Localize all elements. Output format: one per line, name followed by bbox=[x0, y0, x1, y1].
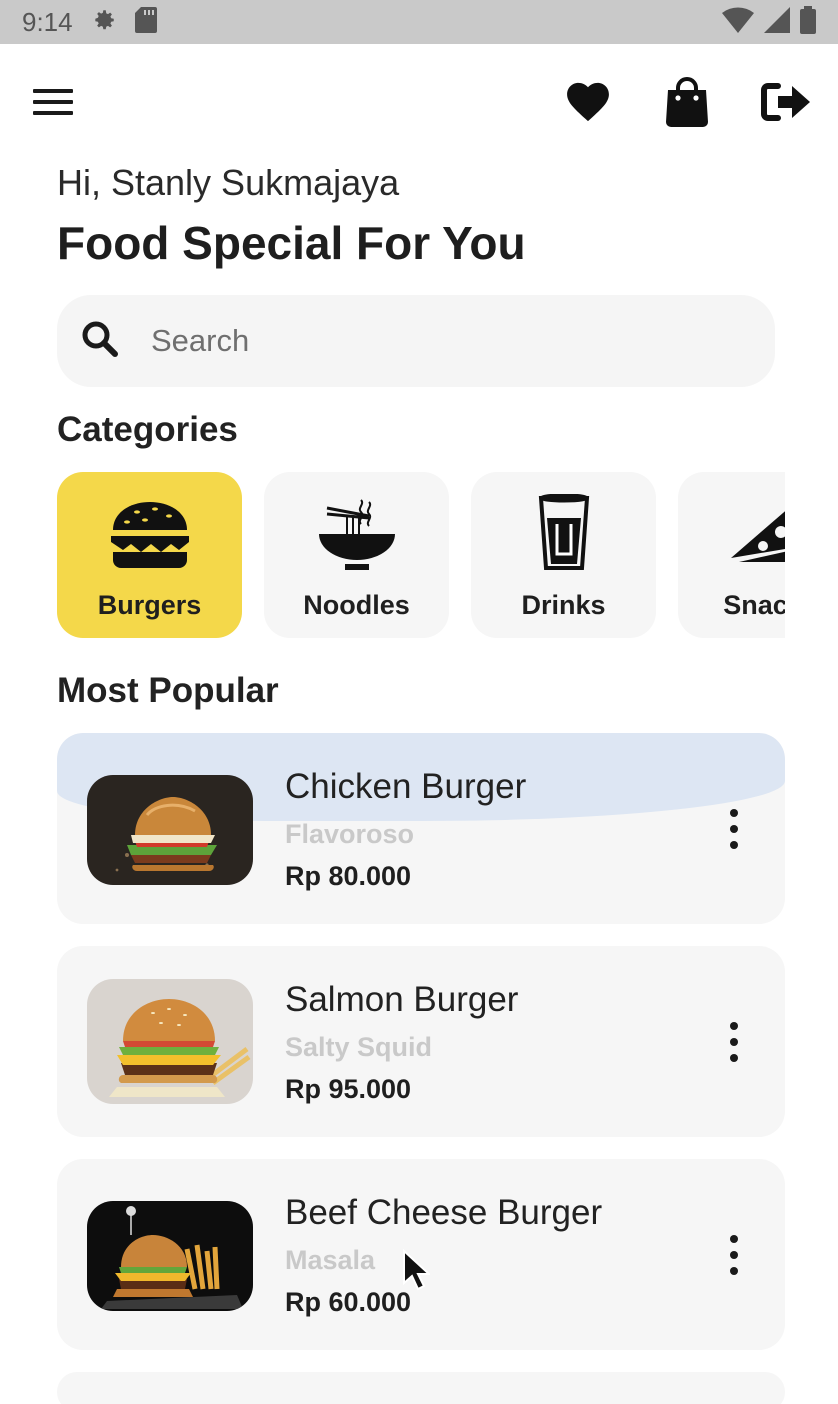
status-time: 9:14 bbox=[22, 6, 73, 37]
more-options-icon[interactable] bbox=[721, 809, 747, 849]
greeting-text: Hi, Stanly Sukmajaya bbox=[57, 162, 400, 203]
food-name: Salmon Burger bbox=[285, 980, 519, 1019]
mouse-cursor-icon bbox=[402, 1248, 432, 1296]
top-app-bar bbox=[0, 44, 838, 162]
food-price: Rp 80.000 bbox=[285, 861, 412, 891]
food-image bbox=[87, 979, 253, 1104]
search-input[interactable] bbox=[151, 323, 671, 359]
food-price: Rp 60.000 bbox=[285, 1287, 412, 1317]
more-options-icon[interactable] bbox=[721, 1235, 747, 1275]
category-label: Burgers bbox=[97, 590, 202, 620]
noodle-bowl-icon bbox=[317, 492, 397, 572]
wifi-icon bbox=[722, 6, 754, 38]
sd-card-icon bbox=[134, 6, 157, 38]
categories-title: Categories bbox=[57, 410, 238, 449]
food-name: Chicken Burger bbox=[285, 767, 527, 806]
status-bar: 9:14 bbox=[0, 0, 838, 44]
category-burgers[interactable]: Burgers bbox=[57, 472, 242, 638]
food-restaurant: Flavoroso bbox=[285, 819, 415, 849]
burger-icon bbox=[107, 492, 193, 572]
food-price: Rp 95.000 bbox=[285, 1074, 412, 1104]
signal-icon bbox=[764, 6, 790, 38]
more-options-icon[interactable] bbox=[721, 1022, 747, 1062]
food-card-partial[interactable] bbox=[57, 1372, 785, 1404]
category-label: Noodles bbox=[303, 590, 410, 620]
status-left: 9:14 bbox=[22, 6, 157, 38]
category-snacks[interactable]: Snacks bbox=[678, 472, 785, 638]
category-drinks[interactable]: Drinks bbox=[471, 472, 656, 638]
battery-icon bbox=[800, 5, 816, 39]
menu-icon[interactable] bbox=[30, 82, 76, 122]
search-bar[interactable] bbox=[57, 295, 775, 387]
heart-icon[interactable] bbox=[562, 78, 614, 126]
categories-carousel[interactable]: Burgers Noodles Drinks Snacks bbox=[57, 472, 785, 638]
search-icon bbox=[81, 320, 119, 363]
food-restaurant: Salty Squid bbox=[285, 1032, 433, 1062]
settings-icon bbox=[91, 7, 117, 38]
logout-icon[interactable] bbox=[758, 80, 814, 124]
category-label: Snacks bbox=[723, 590, 785, 620]
status-right bbox=[722, 5, 816, 39]
shopping-bag-icon[interactable] bbox=[660, 74, 714, 130]
popular-food-list: Chicken Burger Flavoroso Rp 80.000 Salmo… bbox=[57, 733, 785, 1404]
food-image bbox=[87, 775, 253, 885]
category-noodles[interactable]: Noodles bbox=[264, 472, 449, 638]
pizza-slice-icon bbox=[729, 492, 785, 572]
food-image bbox=[87, 1201, 253, 1311]
food-card-salmon-burger[interactable]: Salmon Burger Salty Squid Rp 95.000 bbox=[57, 946, 785, 1137]
most-popular-title: Most Popular bbox=[57, 671, 279, 710]
page-title: Food Special For You bbox=[57, 217, 526, 269]
food-restaurant: Masala bbox=[285, 1245, 376, 1275]
food-card-chicken-burger[interactable]: Chicken Burger Flavoroso Rp 80.000 bbox=[57, 733, 785, 924]
category-label: Drinks bbox=[521, 590, 606, 620]
drink-glass-icon bbox=[537, 492, 591, 572]
food-name: Beef Cheese Burger bbox=[285, 1193, 603, 1232]
